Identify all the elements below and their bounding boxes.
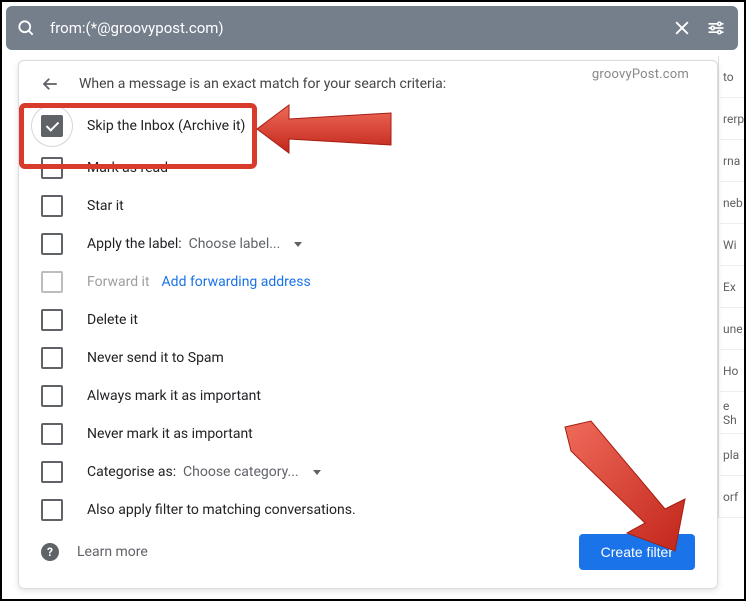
search-query[interactable]: from:(*@groovypost.com) [50,19,662,37]
option-label: Delete it [87,312,138,328]
checkbox[interactable] [41,499,63,521]
checkbox[interactable] [41,233,63,255]
checkbox[interactable] [41,157,63,179]
option-mark-read[interactable]: Mark as read [41,149,695,187]
option-label: Star it [87,198,124,214]
dropdown-value: Choose label... [189,236,281,252]
search-icon[interactable] [6,18,50,38]
option-label: Always mark it as important [87,388,261,404]
list-item: orf [718,476,744,518]
option-label: Never mark it as important [87,426,253,442]
list-item: Ho [718,350,744,392]
list-item: rerp [718,98,744,140]
list-item: pla [718,434,744,476]
search-options-icon[interactable] [702,18,738,38]
option-label: Apply the label: [87,236,189,252]
option-never-important[interactable]: Never mark it as important [41,415,695,453]
checkbox-halo [31,105,73,147]
chevron-down-icon [294,242,302,247]
option-categorise[interactable]: Categorise as: Choose category... [41,453,695,491]
checkbox[interactable] [41,309,63,331]
option-no-spam[interactable]: Never send it to Spam [41,339,695,377]
option-skip-inbox[interactable]: Skip the Inbox (Archive it) [41,103,695,149]
option-label: Never send it to Spam [87,350,224,366]
option-label: Mark as read [87,160,168,176]
list-item: Wi [718,224,744,266]
checkbox [41,271,63,293]
option-label: Also apply filter to matching conversati… [87,502,356,518]
option-delete[interactable]: Delete it [41,301,695,339]
header-text: When a message is an exact match for you… [79,76,446,92]
checkbox[interactable] [41,385,63,407]
option-forward: Forward it Add forwarding address [41,263,695,301]
card-footer: ? Learn more Create filter [41,534,695,570]
list-item: e Sh [718,392,744,434]
label-dropdown[interactable]: Choose label... [189,236,303,252]
option-apply-label[interactable]: Apply the label: Choose label... [41,225,695,263]
option-also-apply[interactable]: Also apply filter to matching conversati… [41,491,695,529]
option-label: Skip the Inbox (Archive it) [87,118,245,134]
learn-more-label: Learn more [77,544,148,560]
checkbox[interactable] [41,423,63,445]
create-filter-button[interactable]: Create filter [579,534,695,570]
category-dropdown[interactable]: Choose category... [183,464,321,480]
add-forwarding-link[interactable]: Add forwarding address [162,274,311,290]
chevron-down-icon [313,470,321,475]
option-star[interactable]: Star it [41,187,695,225]
filter-options-card: groovyPost.com When a message is an exac… [18,60,718,589]
dropdown-value: Choose category... [183,464,299,480]
list-item: neb [718,182,744,224]
option-label: Categorise as: [87,464,183,480]
list-item: to [718,56,744,98]
background-mail-list: to rerp rna neb Wi Ex une Ho e Sh pla or… [718,56,744,599]
checkbox[interactable] [41,115,63,137]
watermark: groovyPost.com [592,67,689,82]
checkbox[interactable] [41,461,63,483]
learn-more-link[interactable]: ? Learn more [41,543,148,561]
option-always-important[interactable]: Always mark it as important [41,377,695,415]
checkbox[interactable] [41,347,63,369]
list-item: rna [718,140,744,182]
checkbox[interactable] [41,195,63,217]
search-bar: from:(*@groovypost.com) [6,6,738,50]
list-item: Ex [718,266,744,308]
list-item: une [718,308,744,350]
help-icon: ? [41,543,59,561]
back-icon[interactable] [41,75,59,93]
option-label: Forward it [87,274,150,290]
clear-search-icon[interactable] [662,18,702,38]
